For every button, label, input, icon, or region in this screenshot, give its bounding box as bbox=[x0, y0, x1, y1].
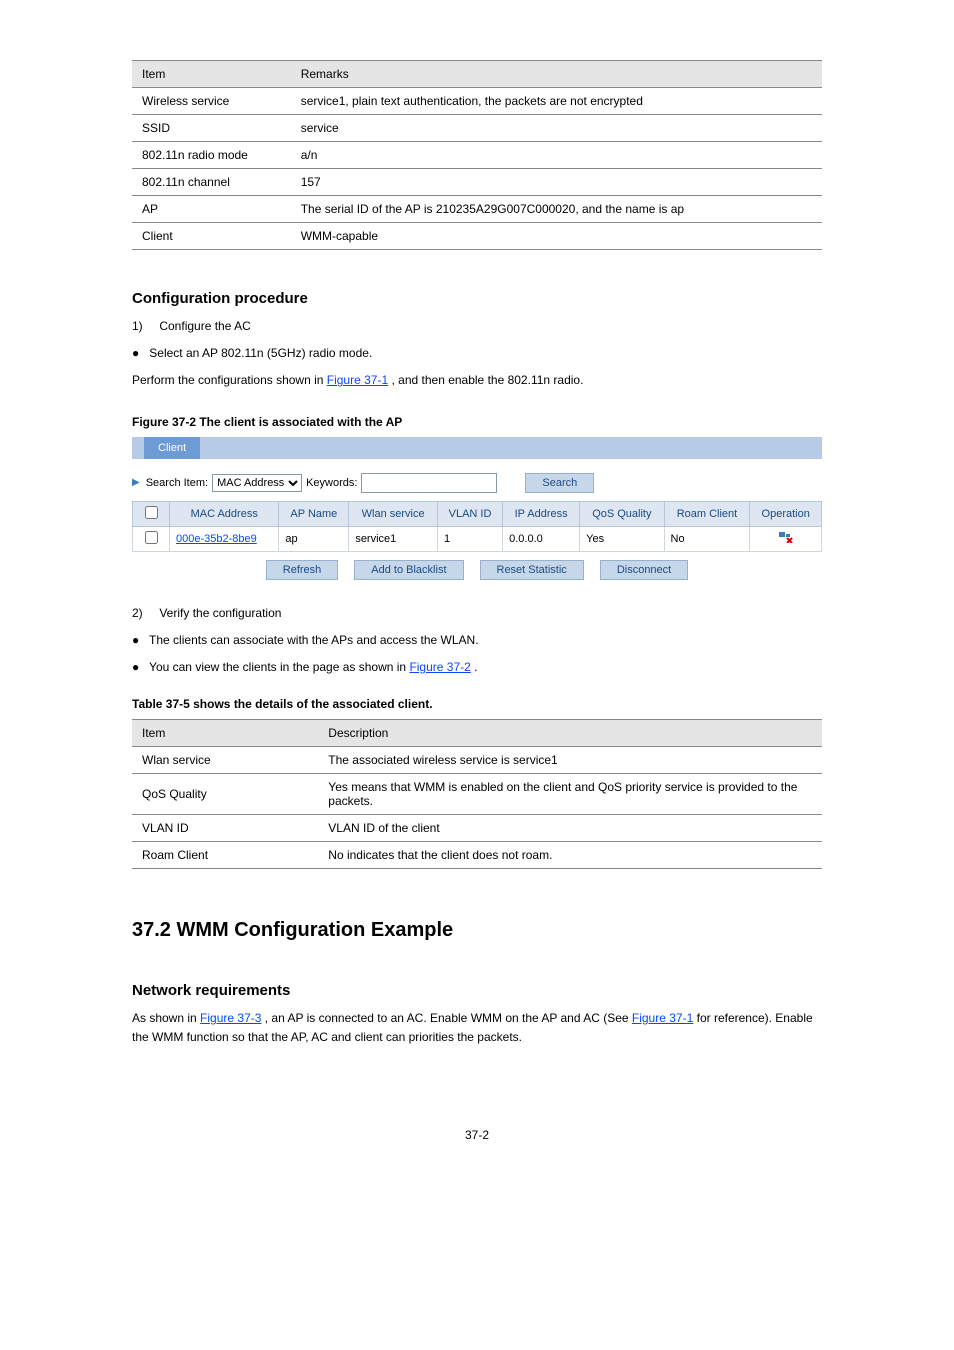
bullet-dot: ● bbox=[132, 660, 139, 674]
bullet-tail: . bbox=[474, 660, 477, 674]
figure-link[interactable]: Figure 37-1 bbox=[327, 373, 388, 387]
keywords-label: Keywords: bbox=[306, 477, 357, 489]
bullet-text: Select an AP 802.11n (5GHz) radio mode. bbox=[149, 346, 372, 360]
search-toolbar: ▶ Search Item: MAC Address Keywords: Sea… bbox=[132, 473, 822, 493]
text: As shown in bbox=[132, 1011, 200, 1025]
cell: Roam Client bbox=[132, 842, 318, 869]
cell: 157 bbox=[291, 169, 822, 196]
keywords-input[interactable] bbox=[361, 473, 497, 493]
figure-client-list: Client ▶ Search Item: MAC Address Keywor… bbox=[132, 437, 822, 580]
client-details-table: Item Description Wlan serviceThe associa… bbox=[132, 719, 822, 869]
bullet-dot: ● bbox=[132, 633, 139, 647]
cell-roam: No bbox=[664, 526, 750, 551]
cell: No indicates that the client does not ro… bbox=[318, 842, 822, 869]
search-button[interactable]: Search bbox=[525, 473, 594, 493]
bullet: ● You can view the clients in the page a… bbox=[132, 658, 822, 677]
th-apname[interactable]: AP Name bbox=[279, 501, 349, 526]
cell-qos: Yes bbox=[580, 526, 664, 551]
table-row: 000e-35b2-8be9 ap service1 1 0.0.0.0 Yes… bbox=[133, 526, 822, 551]
client-grid: MAC Address AP Name Wlan service VLAN ID… bbox=[132, 501, 822, 552]
bullet-text: The clients can associate with the APs a… bbox=[149, 633, 479, 647]
th-op: Operation bbox=[750, 501, 822, 526]
disconnect-button[interactable]: Disconnect bbox=[600, 560, 688, 580]
cell-wlan: service1 bbox=[349, 526, 438, 551]
text: Perform the configurations shown in bbox=[132, 373, 327, 387]
step-1: 1) Configure the AC bbox=[132, 317, 822, 336]
figure-link[interactable]: Figure 37-2 bbox=[409, 660, 470, 674]
cell: VLAN ID bbox=[132, 815, 318, 842]
step-text: Configure the AC bbox=[159, 319, 250, 333]
cell: WMM-capable bbox=[291, 223, 822, 250]
page-number: 37-2 bbox=[0, 1128, 954, 1142]
step-num: 2) bbox=[132, 606, 143, 620]
cell: service bbox=[291, 115, 822, 142]
bullet-text: You can view the clients in the page as … bbox=[149, 660, 409, 674]
tab-bar: Client bbox=[132, 437, 822, 459]
button-row: Refresh Add to Blacklist Reset Statistic… bbox=[132, 560, 822, 580]
disconnect-icon[interactable] bbox=[779, 531, 793, 543]
bullet-dot: ● bbox=[132, 346, 139, 360]
th-ip[interactable]: IP Address bbox=[503, 501, 580, 526]
reset-stat-button[interactable]: Reset Statistic bbox=[480, 560, 584, 580]
cell: QoS Quality bbox=[132, 774, 318, 815]
table-caption: Table 37-5 shows the details of the asso… bbox=[132, 697, 822, 711]
cell: Wlan service bbox=[132, 747, 318, 774]
figure-link[interactable]: Figure 37-3 bbox=[200, 1011, 261, 1025]
cell: AP bbox=[132, 196, 291, 223]
paragraph: Perform the configurations shown in Figu… bbox=[132, 371, 822, 390]
cell: Wireless service bbox=[132, 88, 291, 115]
th-desc: Description bbox=[318, 720, 822, 747]
th-item: Item bbox=[132, 720, 318, 747]
cell: Client bbox=[132, 223, 291, 250]
section-heading: Configuration procedure bbox=[132, 290, 822, 307]
cell: VLAN ID of the client bbox=[318, 815, 822, 842]
step-2: 2) Verify the configuration bbox=[132, 604, 822, 623]
row-checkbox[interactable] bbox=[145, 531, 158, 544]
th-vlan[interactable]: VLAN ID bbox=[437, 501, 502, 526]
figure-caption: Figure 37-2 The client is associated wit… bbox=[132, 415, 822, 429]
tab-client[interactable]: Client bbox=[144, 437, 200, 459]
cell-ip: 0.0.0.0 bbox=[503, 526, 580, 551]
subsection-heading: Network requirements bbox=[132, 982, 822, 999]
mac-link[interactable]: 000e-35b2-8be9 bbox=[176, 533, 257, 545]
select-all-checkbox[interactable] bbox=[145, 506, 158, 519]
refresh-button[interactable]: Refresh bbox=[266, 560, 339, 580]
cell-op bbox=[750, 526, 822, 551]
step-text: Verify the configuration bbox=[159, 606, 281, 620]
cell: Yes means that WMM is enabled on the cli… bbox=[318, 774, 822, 815]
bullet: ● The clients can associate with the APs… bbox=[132, 631, 822, 650]
cell-vlan: 1 bbox=[437, 526, 502, 551]
th-wlan[interactable]: Wlan service bbox=[349, 501, 438, 526]
bullet: ● Select an AP 802.11n (5GHz) radio mode… bbox=[132, 344, 822, 363]
h2-heading: 37.2 WMM Configuration Example bbox=[132, 919, 822, 942]
th-qos[interactable]: QoS Quality bbox=[580, 501, 664, 526]
search-item-label: Search Item: bbox=[146, 477, 208, 489]
search-item-select[interactable]: MAC Address bbox=[212, 474, 302, 492]
cell: service1, plain text authentication, the… bbox=[291, 88, 822, 115]
arrow-icon: ▶ bbox=[132, 477, 140, 488]
th-remarks: Remarks bbox=[291, 61, 822, 88]
cell: The serial ID of the AP is 210235A29G007… bbox=[291, 196, 822, 223]
add-blacklist-button[interactable]: Add to Blacklist bbox=[354, 560, 463, 580]
cell: a/n bbox=[291, 142, 822, 169]
cell: SSID bbox=[132, 115, 291, 142]
th-item: Item bbox=[132, 61, 291, 88]
th-mac[interactable]: MAC Address bbox=[170, 501, 279, 526]
text: , and then enable the 802.11n radio. bbox=[391, 373, 583, 387]
text: , an AP is connected to an AC. Enable WM… bbox=[265, 1011, 632, 1025]
figure-link[interactable]: Figure 37-1 bbox=[632, 1011, 693, 1025]
cell: 802.11n radio mode bbox=[132, 142, 291, 169]
paragraph: As shown in Figure 37-3 , an AP is conne… bbox=[132, 1009, 822, 1047]
remarks-table: Item Remarks Wireless serviceservice1, p… bbox=[132, 60, 822, 250]
cell: The associated wireless service is servi… bbox=[318, 747, 822, 774]
th-checkbox bbox=[133, 501, 170, 526]
step-num: 1) bbox=[132, 319, 143, 333]
cell-ap: ap bbox=[279, 526, 349, 551]
th-roam[interactable]: Roam Client bbox=[664, 501, 750, 526]
cell: 802.11n channel bbox=[132, 169, 291, 196]
